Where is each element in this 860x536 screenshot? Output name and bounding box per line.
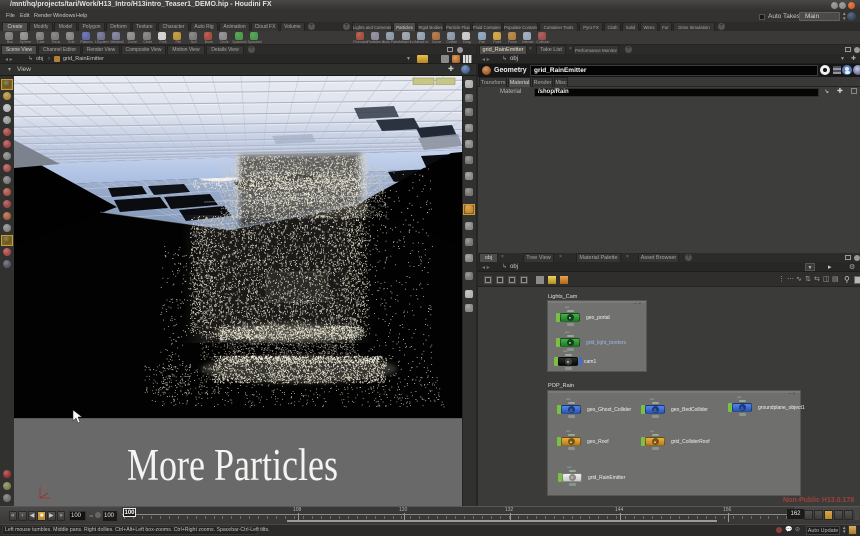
svg-text:More Particles: More Particles (127, 440, 338, 490)
svg-text:1: 1 (44, 484, 47, 490)
